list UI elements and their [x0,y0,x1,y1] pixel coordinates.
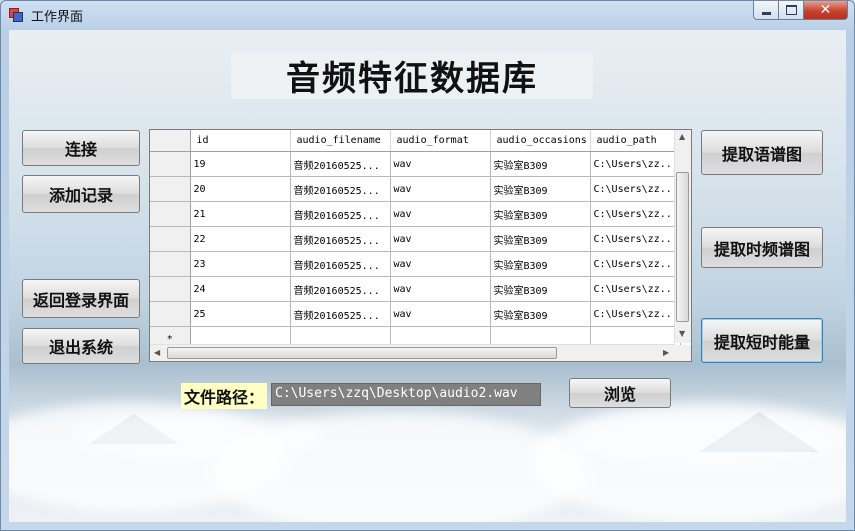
row-header[interactable] [150,251,191,277]
window-title: 工作界面 [31,10,84,25]
table-row[interactable]: 20 音频20160525... wav 实验室B309 C:\Users\zz… [150,176,681,202]
cell-audio-filename[interactable]: 音频20160525... [290,226,391,252]
connect-button[interactable]: 连接 [22,130,140,166]
scroll-right-icon[interactable]: ▶ [663,348,669,357]
cell-audio-path[interactable]: C:\Users\zz... [590,201,681,227]
cell-audio-path[interactable]: C:\Users\zz... [590,251,681,277]
cell-audio-format[interactable]: wav [390,201,491,227]
cell-audio-filename[interactable]: 音频20160525... [290,251,391,277]
cell-audio-path[interactable]: C:\Users\zz... [590,176,681,202]
scroll-down-icon[interactable]: ▼ [679,329,685,338]
cell-audio-path[interactable]: C:\Users\zz... [590,276,681,302]
cell-audio-filename[interactable]: 音频20160525... [290,151,391,177]
cell-id[interactable]: 24 [190,276,291,302]
cell-id[interactable]: 20 [190,176,291,202]
cell-audio-format[interactable]: wav [390,176,491,202]
maximize-icon [785,5,797,15]
cell-audio-filename[interactable]: 音频20160525... [290,201,391,227]
cell-audio-filename[interactable]: 音频20160525... [290,301,391,327]
column-header-audio-occasions[interactable]: audio_occasions [490,130,591,152]
extract-short-energy-button[interactable]: 提取短时能量 [701,318,823,363]
cell-audio-format[interactable]: wav [390,276,491,302]
cell-audio-occasions[interactable]: 实验室B309 [490,251,591,277]
extract-time-frequency-button[interactable]: 提取时频谱图 [701,227,823,268]
maximize-button[interactable] [779,1,804,20]
header-banner: 音频特征数据库 [231,51,593,99]
title-bar: 工作界面 ✕ [1,1,854,29]
cell-audio-filename[interactable]: 音频20160525... [290,276,391,302]
cell-audio-format[interactable]: wav [390,226,491,252]
table-row[interactable]: 24 音频20160525... wav 实验室B309 C:\Users\zz… [150,276,681,302]
table-row[interactable]: 21 音频20160525... wav 实验室B309 C:\Users\zz… [150,201,681,227]
scroll-left-icon[interactable]: ◀ [154,348,160,357]
add-record-button[interactable]: 添加记录 [22,175,140,213]
column-header-audio-format[interactable]: audio_format [390,130,491,152]
vertical-scroll-thumb[interactable] [676,172,689,322]
row-header[interactable] [150,226,191,252]
table-row[interactable]: 23 音频20160525... wav 实验室B309 C:\Users\zz… [150,251,681,277]
cell-audio-format[interactable]: wav [390,301,491,327]
back-to-login-button[interactable]: 返回登录界面 [22,279,140,318]
horizontal-scroll-thumb[interactable] [167,347,557,359]
table-row[interactable]: 25 音频20160525... wav 实验室B309 C:\Users\zz… [150,301,681,327]
row-header[interactable] [150,276,191,302]
cell-audio-occasions[interactable]: 实验室B309 [490,176,591,202]
cell-audio-path[interactable]: C:\Users\zz... [590,226,681,252]
row-header-corner [150,130,191,152]
column-header-audio-path[interactable]: audio_path [590,130,681,152]
cell-audio-format[interactable]: wav [390,151,491,177]
table-row[interactable]: 22 音频20160525... wav 实验室B309 C:\Users\zz… [150,226,681,252]
banner-title: 音频特征数据库 [286,58,538,99]
horizontal-scrollbar[interactable]: ◀ ▶ [150,344,675,361]
vertical-scrollbar[interactable]: ▲ ▼ [674,130,691,343]
exit-system-button[interactable]: 退出系统 [22,328,140,364]
row-header[interactable] [150,176,191,202]
row-header[interactable] [150,201,191,227]
cell-audio-occasions[interactable]: 实验室B309 [490,301,591,327]
file-path-label: 文件路径： [181,383,268,409]
cell-audio-path[interactable]: C:\Users\zz... [590,151,681,177]
cell-audio-occasions[interactable]: 实验室B309 [490,151,591,177]
close-icon: ✕ [819,2,832,18]
main-window: 工作界面 ✕ 音频特征数据库 连接 添加记录 返回登录界面 退出系统 提取语谱图… [0,0,855,531]
cell-audio-occasions[interactable]: 实验室B309 [490,226,591,252]
background-clouds [9,352,846,522]
cell-id[interactable]: 21 [190,201,291,227]
cell-id[interactable]: 19 [190,151,291,177]
row-header[interactable] [150,301,191,327]
cell-audio-path[interactable]: C:\Users\zz... [590,301,681,327]
browse-button[interactable]: 浏览 [569,378,671,408]
scrollbar-corner [675,345,691,361]
client-area: 音频特征数据库 连接 添加记录 返回登录界面 退出系统 提取语谱图 提取时频谱图… [9,30,846,522]
extract-spectrogram-button[interactable]: 提取语谱图 [701,130,823,175]
cell-id[interactable]: 23 [190,251,291,277]
close-button[interactable]: ✕ [804,1,848,20]
row-header[interactable] [150,151,191,177]
app-icon [9,8,23,22]
cell-id[interactable]: 25 [190,301,291,327]
grid-header-row: id audio_filename audio_format audio_occ… [150,130,681,152]
cell-audio-occasions[interactable]: 实验室B309 [490,201,591,227]
scroll-up-icon[interactable]: ▲ [679,132,685,141]
minimize-icon [761,11,771,15]
cell-audio-format[interactable]: wav [390,251,491,277]
column-header-audio-filename[interactable]: audio_filename [290,130,391,152]
data-grid[interactable]: id audio_filename audio_format audio_occ… [149,129,692,362]
table-row[interactable]: 19 音频20160525... wav 实验室B309 C:\Users\zz… [150,151,681,177]
cell-audio-filename[interactable]: 音频20160525... [290,176,391,202]
cell-audio-occasions[interactable]: 实验室B309 [490,276,591,302]
file-path-input[interactable]: C:\Users\zzq\Desktop\audio2.wav [271,383,541,406]
minimize-button[interactable] [753,1,779,20]
column-header-id[interactable]: id [190,130,291,152]
cell-id[interactable]: 22 [190,226,291,252]
